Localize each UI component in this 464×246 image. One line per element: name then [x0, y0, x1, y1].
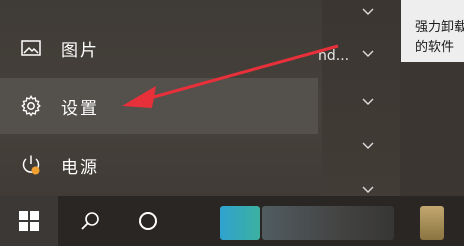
annotation-arrow: [122, 44, 339, 108]
